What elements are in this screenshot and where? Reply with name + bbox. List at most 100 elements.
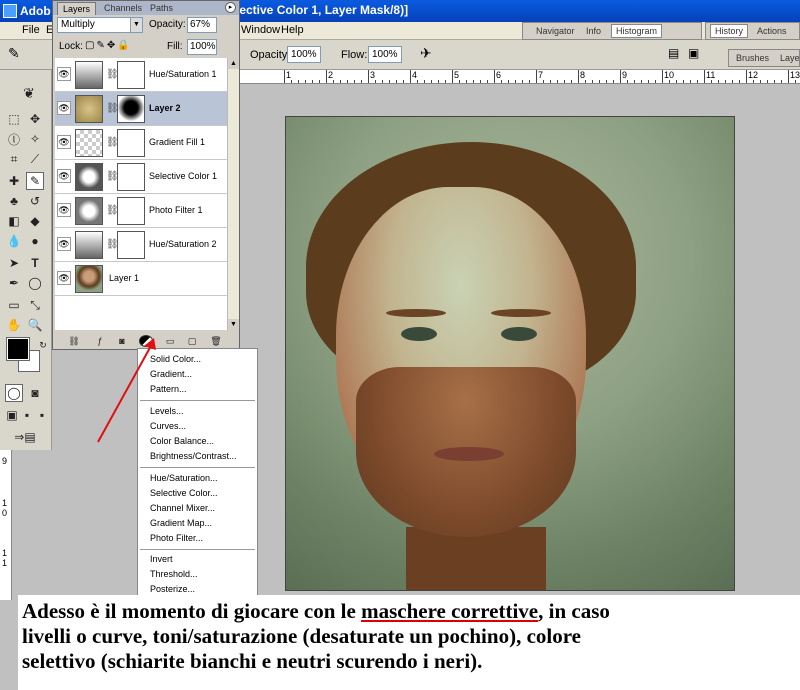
tab-layers-well[interactable]: Laye: [777, 53, 800, 63]
eye-icon[interactable]: 👁: [57, 169, 71, 183]
tab-layers[interactable]: Layers: [57, 2, 97, 15]
menu-help[interactable]: Help: [281, 24, 304, 36]
pen-tool-icon[interactable]: ✒: [5, 274, 23, 292]
shape-tool-icon[interactable]: ◯: [26, 274, 44, 292]
menu-separator: [140, 549, 255, 550]
tab-channels[interactable]: Channels: [99, 2, 147, 15]
eye-icon[interactable]: 👁: [57, 135, 71, 149]
canvas-photo[interactable]: [285, 116, 735, 591]
menu-item[interactable]: Photo Filter...: [150, 533, 203, 543]
screen-mode-3-icon[interactable]: ▪: [33, 406, 51, 424]
blur-tool-icon[interactable]: 💧: [5, 232, 23, 250]
ruler-number: 5: [454, 70, 460, 80]
layer-row[interactable]: 👁 ⛓ Selective Color 1: [55, 160, 227, 194]
swap-colors-icon[interactable]: ↻: [34, 336, 52, 354]
blend-mode-select[interactable]: Multiply ▼: [57, 17, 143, 33]
magic-wand-icon[interactable]: ✧: [26, 130, 44, 148]
layer-row[interactable]: 👁 ⛓ Hue/Saturation 1: [55, 58, 227, 92]
layer-row[interactable]: 👁 ⛓ Gradient Fill 1: [55, 126, 227, 160]
new-group-icon[interactable]: ▭: [163, 335, 177, 347]
slice-tool-icon[interactable]: ⟋: [26, 150, 44, 168]
layer-opacity-field[interactable]: 67%: [187, 17, 217, 33]
tab-info[interactable]: Info: [583, 26, 604, 36]
palette-icon[interactable]: ▤: [668, 46, 679, 60]
trash-icon[interactable]: 🗑: [209, 335, 223, 347]
flow-field[interactable]: 100%: [368, 46, 402, 63]
menu-item[interactable]: Brightness/Contrast...: [150, 451, 237, 461]
menu-window[interactable]: Window: [241, 24, 280, 36]
mask-thumbnail: [117, 129, 145, 157]
type-tool-icon[interactable]: T: [26, 254, 44, 272]
lock-icons[interactable]: ▢✎✥🔒: [85, 40, 132, 51]
brush-icon[interactable]: ✎: [8, 45, 20, 62]
path-select-icon[interactable]: ➤: [5, 254, 23, 272]
crop-tool-icon[interactable]: ⌗: [5, 150, 23, 168]
menu-item[interactable]: Invert: [150, 554, 173, 564]
tab-paths[interactable]: Paths: [145, 2, 178, 15]
scroll-down-icon[interactable]: ▼: [228, 319, 239, 330]
ruler-number: 7: [538, 70, 544, 80]
menu-file[interactable]: File: [22, 24, 40, 36]
ruler-number: 4: [412, 70, 418, 80]
clone-stamp-icon[interactable]: ♣: [5, 192, 23, 210]
tab-brushes[interactable]: Brushes: [733, 53, 772, 63]
link-layers-icon[interactable]: ⛓: [67, 335, 81, 347]
standard-mode-icon[interactable]: ◯: [5, 384, 23, 402]
tab-history[interactable]: History: [710, 24, 749, 38]
notes-tool-icon[interactable]: ▭: [5, 296, 23, 314]
ruler-number: 1: [2, 558, 8, 568]
photo-eye-left: [401, 327, 437, 341]
layer-row[interactable]: 👁 ⛓ Layer 2: [55, 92, 227, 126]
eye-icon[interactable]: 👁: [57, 67, 71, 81]
jump-to-imageready-icon[interactable]: ⇒▤: [8, 428, 42, 446]
eyedropper-icon[interactable]: ⤡: [26, 296, 44, 314]
eye-icon[interactable]: 👁: [57, 203, 71, 217]
airbrush-icon[interactable]: ✈: [420, 45, 432, 62]
brush-tool-icon[interactable]: ✎: [26, 172, 44, 190]
flow-label: Flow:: [341, 49, 368, 61]
tab-navigator[interactable]: Navigator: [533, 26, 578, 36]
opacity-label: Opacity:: [250, 49, 291, 61]
layers-palette-tabs: Layers Channels Paths ▸: [53, 1, 239, 15]
ruler-number: 12: [748, 70, 759, 80]
palette-menu-icon[interactable]: ▸: [225, 2, 236, 13]
menu-item[interactable]: Gradient Map...: [150, 518, 212, 528]
tab-histogram[interactable]: Histogram: [611, 24, 663, 38]
marquee-tool-icon[interactable]: ⬚: [5, 110, 23, 128]
mask-thumbnail: [117, 231, 145, 259]
lasso-tool-icon[interactable]: ⓛ: [5, 130, 23, 148]
new-layer-icon[interactable]: ▢: [185, 335, 199, 347]
ruler-tick: [788, 70, 789, 83]
history-brush-icon[interactable]: ↺: [26, 192, 44, 210]
layer-row[interactable]: 👁 Layer 1: [55, 262, 227, 296]
paint-bucket-icon[interactable]: ◆: [26, 212, 44, 230]
foreground-color-swatch[interactable]: [7, 338, 29, 360]
menu-item[interactable]: Channel Mixer...: [150, 503, 215, 513]
layer-row[interactable]: 👁 ⛓ Hue/Saturation 2: [55, 228, 227, 262]
menu-item[interactable]: Threshold...: [150, 569, 198, 579]
hand-tool-icon[interactable]: ✋: [5, 316, 23, 334]
move-tool-icon[interactable]: ✥: [26, 110, 44, 128]
opacity-field[interactable]: 100%: [287, 46, 321, 63]
menu-item[interactable]: Selective Color...: [150, 488, 218, 498]
layer-row[interactable]: 👁 ⛓ Photo Filter 1: [55, 194, 227, 228]
scroll-up-icon[interactable]: ▲: [228, 58, 239, 69]
palette-icon-2[interactable]: ▣: [688, 46, 699, 60]
eye-icon[interactable]: 👁: [57, 271, 71, 285]
menu-item[interactable]: Posterize...: [150, 584, 195, 594]
layer-name: Gradient Fill 1: [149, 137, 206, 147]
layers-palette: Layers Channels Paths ▸ Multiply ▼ Opaci…: [52, 0, 240, 350]
layers-scrollbar[interactable]: ▲ ▼: [227, 58, 239, 330]
caption-text: Adesso è il momento di giocare con le ma…: [18, 595, 800, 690]
tab-actions[interactable]: Actions: [754, 26, 790, 36]
fill-field[interactable]: 100%: [187, 39, 217, 55]
zoom-tool-icon[interactable]: 🔍: [26, 316, 44, 334]
photo-brow-right: [491, 309, 551, 317]
eraser-tool-icon[interactable]: ◧: [5, 212, 23, 230]
menu-item[interactable]: Hue/Saturation...: [150, 473, 218, 483]
quick-mask-icon[interactable]: ◙: [26, 384, 44, 402]
healing-brush-icon[interactable]: ✚: [5, 172, 23, 190]
eye-icon[interactable]: 👁: [57, 237, 71, 251]
eye-icon[interactable]: 👁: [57, 101, 71, 115]
dodge-tool-icon[interactable]: ●: [26, 232, 44, 250]
